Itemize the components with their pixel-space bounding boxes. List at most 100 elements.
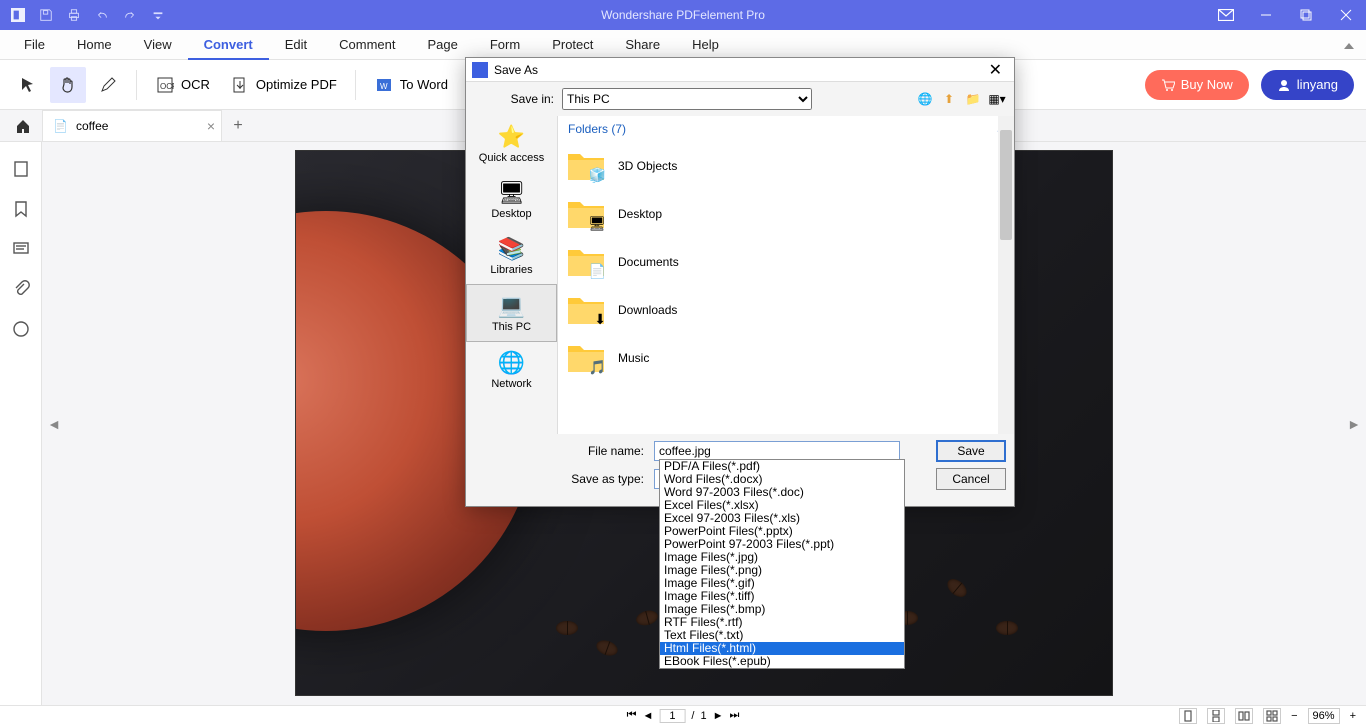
filename-label: File name: [474,444,644,458]
places-bar: ⭐Quick access🖥Desktop📚Libraries💻This PC🌐… [466,116,558,434]
view-single-icon[interactable] [1179,708,1197,724]
zoom-value[interactable]: 96% [1308,708,1340,724]
edit-tool[interactable] [90,67,126,103]
nav-back-icon[interactable]: 🌐 [916,90,934,108]
next-page-btn[interactable]: ► [713,710,724,722]
saveastype-dropdown[interactable]: PDF/A Files(*.pdf)Word Files(*.docx)Word… [659,459,905,669]
tab-label: coffee [76,119,108,133]
tab-icon: 📄 [53,119,68,133]
first-page-icon[interactable]: ⏮ [627,709,637,722]
prev-page-btn[interactable]: ◄ [643,710,654,722]
menu-form[interactable]: Form [474,30,536,60]
nav-newfolder-icon[interactable]: 📁 [964,90,982,108]
save-button[interactable]: Save [936,440,1006,462]
menu-page[interactable]: Page [411,30,473,60]
attachments-icon[interactable] [12,280,30,298]
folder-downloads[interactable]: ⬇Downloads [568,286,1004,334]
place-this-pc[interactable]: 💻This PC [466,284,557,342]
dialog-close-icon[interactable]: ✕ [983,60,1008,80]
ocr-label: OCR [181,77,210,92]
document-tab[interactable]: 📄 coffee × [42,110,222,141]
place-libraries[interactable]: 📚Libraries [466,228,557,284]
app-logo[interactable] [4,0,32,30]
save-icon[interactable] [32,0,60,30]
view-two-icon[interactable] [1235,708,1253,724]
menu-bar: FileHomeViewConvertEditCommentPageFormPr… [0,30,1366,60]
tab-close-icon[interactable]: × [207,118,215,134]
save-in-label: Save in: [474,92,554,106]
close-icon[interactable] [1326,0,1366,30]
cancel-button[interactable]: Cancel [936,468,1006,490]
app-title: Wondershare PDFelement Pro [601,8,765,22]
dialog-title: Save As [494,63,538,77]
folder-music[interactable]: 🎵Music [568,334,1004,382]
undo-icon[interactable] [88,0,116,30]
menu-file[interactable]: File [8,30,61,60]
maximize-icon[interactable] [1286,0,1326,30]
bookmarks-icon[interactable] [12,200,30,218]
nav-viewmenu-icon[interactable]: ▦▾ [988,90,1006,108]
dialog-title-bar[interactable]: Save As ✕ [466,58,1014,82]
save-as-dialog: Save As ✕ Save in: This PC 🌐 ⬆ 📁 ▦▾ ⭐Qui… [465,57,1015,507]
page-navigator: ⏮ ◄ / 1 ► ⏭ [627,709,740,723]
page-total: 1 [700,710,706,722]
optimize-label: Optimize PDF [256,77,337,92]
user-button[interactable]: linyang [1261,70,1354,100]
mail-icon[interactable] [1206,0,1246,30]
dialog-app-icon [472,62,488,78]
pointer-tool[interactable] [10,67,46,103]
menu-view[interactable]: View [128,30,188,60]
zoom-in-icon[interactable]: + [1350,710,1356,722]
chat-icon[interactable] [12,320,30,338]
folder-group-header[interactable]: Folders (7) [568,122,626,136]
menu-convert[interactable]: Convert [188,30,269,60]
qat-dropdown-icon[interactable] [144,0,172,30]
zoom-out-icon[interactable]: − [1291,710,1297,722]
place-network[interactable]: 🌐Network [466,342,557,398]
status-bar: ⏮ ◄ / 1 ► ⏭ − 96% + [0,705,1366,725]
place-desktop[interactable]: 🖥Desktop [466,172,557,228]
prev-page-icon[interactable]: ◄ [44,404,64,444]
print-icon[interactable] [60,0,88,30]
buy-now-button[interactable]: Buy Now [1145,70,1249,100]
page-input[interactable] [659,709,685,723]
svg-text:OCR: OCR [160,82,174,91]
menu-share[interactable]: Share [609,30,676,60]
nav-up-icon[interactable]: ⬆ [940,90,958,108]
comments-icon[interactable] [12,240,30,258]
folder-3d-objects[interactable]: 🧊3D Objects [568,142,1004,190]
new-tab-button[interactable]: + [222,110,254,141]
user-label: linyang [1297,77,1338,92]
menu-comment[interactable]: Comment [323,30,411,60]
last-page-icon[interactable]: ⏭ [729,709,739,722]
file-list-scrollbar[interactable] [998,116,1014,434]
filename-input[interactable] [654,441,900,461]
home-tab-icon[interactable] [4,110,42,141]
thumbnails-icon[interactable] [12,160,30,178]
ocr-button[interactable]: OCR OCR [147,67,218,103]
view-grid-icon[interactable] [1263,708,1281,724]
ribbon-collapse-icon[interactable] [1344,36,1354,54]
menu-edit[interactable]: Edit [269,30,323,60]
file-list[interactable]: Folders (7) ˄ 🧊3D Objects🖥Desktop📄Docume… [558,116,1014,434]
type-option[interactable]: EBook Files(*.epub) [660,655,904,668]
minimize-icon[interactable] [1246,0,1286,30]
to-word-button[interactable]: W To Word [366,67,456,103]
folder-desktop[interactable]: 🖥Desktop [568,190,1004,238]
title-bar: Wondershare PDFelement Pro [0,0,1366,30]
next-page-icon[interactable]: ► [1344,404,1364,444]
menu-home[interactable]: Home [61,30,128,60]
side-panel [0,142,42,705]
svg-text:W: W [380,82,388,91]
folder-documents[interactable]: 📄Documents [568,238,1004,286]
place-quick-access[interactable]: ⭐Quick access [466,116,557,172]
to-word-label: To Word [400,77,448,92]
page-sep: / [691,710,694,722]
menu-protect[interactable]: Protect [536,30,609,60]
hand-tool[interactable] [50,67,86,103]
optimize-button[interactable]: Optimize PDF [222,67,345,103]
view-continuous-icon[interactable] [1207,708,1225,724]
menu-help[interactable]: Help [676,30,735,60]
save-in-select[interactable]: This PC [562,88,812,110]
redo-icon[interactable] [116,0,144,30]
